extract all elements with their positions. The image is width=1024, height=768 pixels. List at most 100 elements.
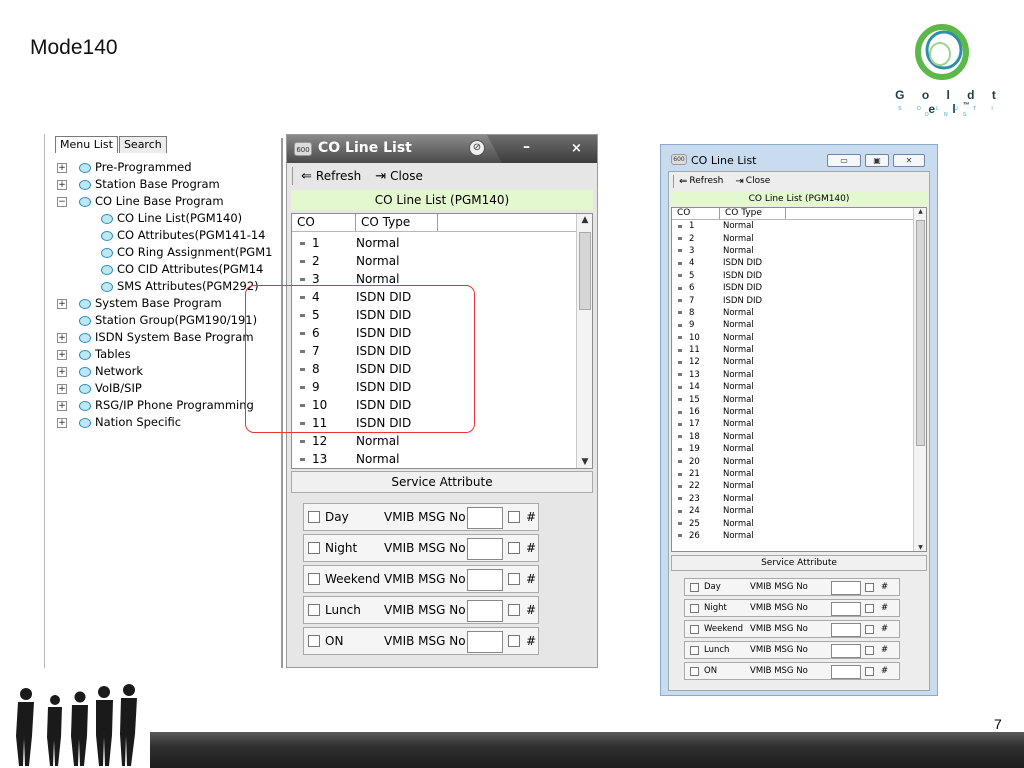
tree-expander-icon[interactable]: + (57, 401, 67, 411)
tree-item[interactable]: CO Ring Assignment(PGM1 (101, 244, 272, 261)
tree-item[interactable]: SMS Attributes(PGM292) (101, 278, 259, 295)
tree-expander-icon[interactable]: + (57, 384, 67, 394)
pin-icon[interactable]: ⊘ (469, 140, 485, 156)
vmib-msg-input[interactable] (467, 600, 503, 622)
table-row[interactable]: 16 Normal (672, 406, 913, 418)
vmib-msg-input[interactable] (467, 538, 503, 560)
hash-checkbox[interactable] (865, 645, 874, 655)
tree-item[interactable]: System Base Program (79, 295, 222, 312)
tree-item[interactable]: Station Base Program (79, 176, 220, 193)
tree-expander-icon[interactable]: − (57, 197, 67, 207)
close-tool-button[interactable]: ⇥ Close (375, 169, 423, 184)
tree-expander-icon[interactable]: + (57, 333, 67, 343)
maximize-button[interactable]: ▣ (865, 154, 889, 167)
hash-checkbox[interactable] (865, 603, 874, 613)
vmib-msg-input[interactable] (831, 644, 861, 658)
service-checkbox[interactable] (690, 603, 699, 613)
hash-checkbox[interactable] (508, 573, 520, 585)
hash-checkbox[interactable] (508, 542, 520, 554)
tree-expander-icon[interactable]: + (57, 299, 67, 309)
tree-item[interactable]: Network (79, 363, 143, 380)
table-row[interactable]: 9 Normal (672, 319, 913, 331)
vmib-msg-input[interactable] (831, 581, 861, 595)
tree-item[interactable]: CO Attributes(PGM141-14 (101, 227, 266, 244)
table-row[interactable]: 2 Normal (292, 252, 576, 270)
table-row[interactable]: 22 Normal (672, 480, 913, 492)
scroll-thumb[interactable] (916, 220, 925, 446)
tree-item[interactable]: CO Line List(PGM140) (101, 210, 242, 227)
tree-item[interactable]: RSG/IP Phone Programming (79, 397, 254, 414)
table-row[interactable]: 17 Normal (672, 418, 913, 430)
tree-item[interactable]: Station Group(PGM190/191) (79, 312, 257, 329)
tree-item[interactable]: Nation Specific (79, 414, 181, 431)
table-row[interactable]: 11 Normal (672, 344, 913, 356)
close-tool-button[interactable]: ⇥ Close (735, 176, 770, 187)
table-row[interactable]: 21 Normal (672, 468, 913, 480)
service-checkbox[interactable] (308, 511, 320, 523)
vertical-scrollbar[interactable]: ▲ ▼ (913, 208, 926, 551)
table-row[interactable]: 15 Normal (672, 393, 913, 405)
hash-checkbox[interactable] (508, 511, 520, 523)
tree-expander-icon[interactable]: + (57, 418, 67, 428)
tree-expander-icon[interactable]: + (57, 367, 67, 377)
table-row[interactable]: 10 Normal (672, 332, 913, 344)
tree-item[interactable]: ISDN System Base Program (79, 329, 254, 346)
service-checkbox[interactable] (308, 573, 320, 585)
table-row[interactable]: 5 ISDN DID (672, 270, 913, 282)
refresh-button[interactable]: ⇐ Refresh (301, 169, 361, 184)
table-row[interactable]: 7 ISDN DID (672, 294, 913, 306)
service-checkbox[interactable] (308, 542, 320, 554)
table-row[interactable]: 12 Normal (672, 356, 913, 368)
minimize-button[interactable]: ▭ (827, 154, 861, 167)
table-row[interactable]: 4 ISDN DID (672, 257, 913, 269)
table-row[interactable]: 8 Normal (672, 307, 913, 319)
table-row[interactable]: 18 Normal (672, 431, 913, 443)
tree-item[interactable]: CO Line Base Program (79, 193, 224, 210)
vmib-msg-input[interactable] (831, 623, 861, 637)
hash-checkbox[interactable] (865, 666, 874, 676)
hash-checkbox[interactable] (865, 582, 874, 592)
close-button[interactable]: × (571, 141, 582, 156)
table-row[interactable]: 6 ISDN DID (672, 282, 913, 294)
service-checkbox[interactable] (690, 645, 699, 655)
column-header-co[interactable]: CO (292, 214, 356, 231)
column-header-co[interactable]: CO (672, 208, 720, 219)
service-checkbox[interactable] (690, 666, 699, 676)
table-row[interactable]: 20 Normal (672, 455, 913, 467)
vmib-msg-input[interactable] (467, 569, 503, 591)
table-row[interactable]: 13 Normal (672, 369, 913, 381)
vertical-scrollbar[interactable]: ▲ ▼ (576, 214, 592, 468)
table-row[interactable]: 24 Normal (672, 505, 913, 517)
tree-item[interactable]: CO CID Attributes(PGM14 (101, 261, 263, 278)
scroll-thumb[interactable] (579, 232, 591, 310)
vmib-msg-input[interactable] (467, 507, 503, 529)
table-row[interactable]: 1 Normal (672, 220, 913, 232)
table-row[interactable]: 12 Normal (292, 432, 576, 450)
hash-checkbox[interactable] (508, 604, 520, 616)
hash-checkbox[interactable] (508, 635, 520, 647)
service-checkbox[interactable] (308, 635, 320, 647)
tree-item[interactable]: Tables (79, 346, 131, 363)
table-row[interactable]: 26 Normal (672, 530, 913, 542)
window-titlebar[interactable]: 600 CO Line List ⊘ – × (287, 135, 597, 163)
service-checkbox[interactable] (690, 624, 699, 634)
table-row[interactable]: 19 Normal (672, 443, 913, 455)
tree-expander-icon[interactable]: + (57, 180, 67, 190)
table-row[interactable]: 1 Normal (292, 234, 576, 252)
tree-item[interactable]: VoIB/SIP (79, 380, 142, 397)
table-row[interactable]: 13 Normal (292, 450, 576, 468)
vmib-msg-input[interactable] (831, 665, 861, 679)
column-header-co-type[interactable]: CO Type (720, 208, 786, 219)
vmib-msg-input[interactable] (467, 631, 503, 653)
tree-item[interactable]: Pre-Programmed (79, 159, 192, 176)
table-row[interactable]: 23 Normal (672, 493, 913, 505)
scroll-down-icon[interactable]: ▼ (914, 544, 926, 551)
refresh-button[interactable]: ⇐ Refresh (679, 176, 723, 187)
table-row[interactable]: 2 Normal (672, 232, 913, 244)
column-header-co-type[interactable]: CO Type (356, 214, 438, 231)
scroll-up-icon[interactable]: ▲ (914, 208, 926, 215)
service-checkbox[interactable] (690, 582, 699, 592)
close-button[interactable]: ✕ (893, 154, 925, 167)
scroll-down-icon[interactable]: ▼ (577, 457, 592, 467)
tree-expander-icon[interactable]: + (57, 350, 67, 360)
